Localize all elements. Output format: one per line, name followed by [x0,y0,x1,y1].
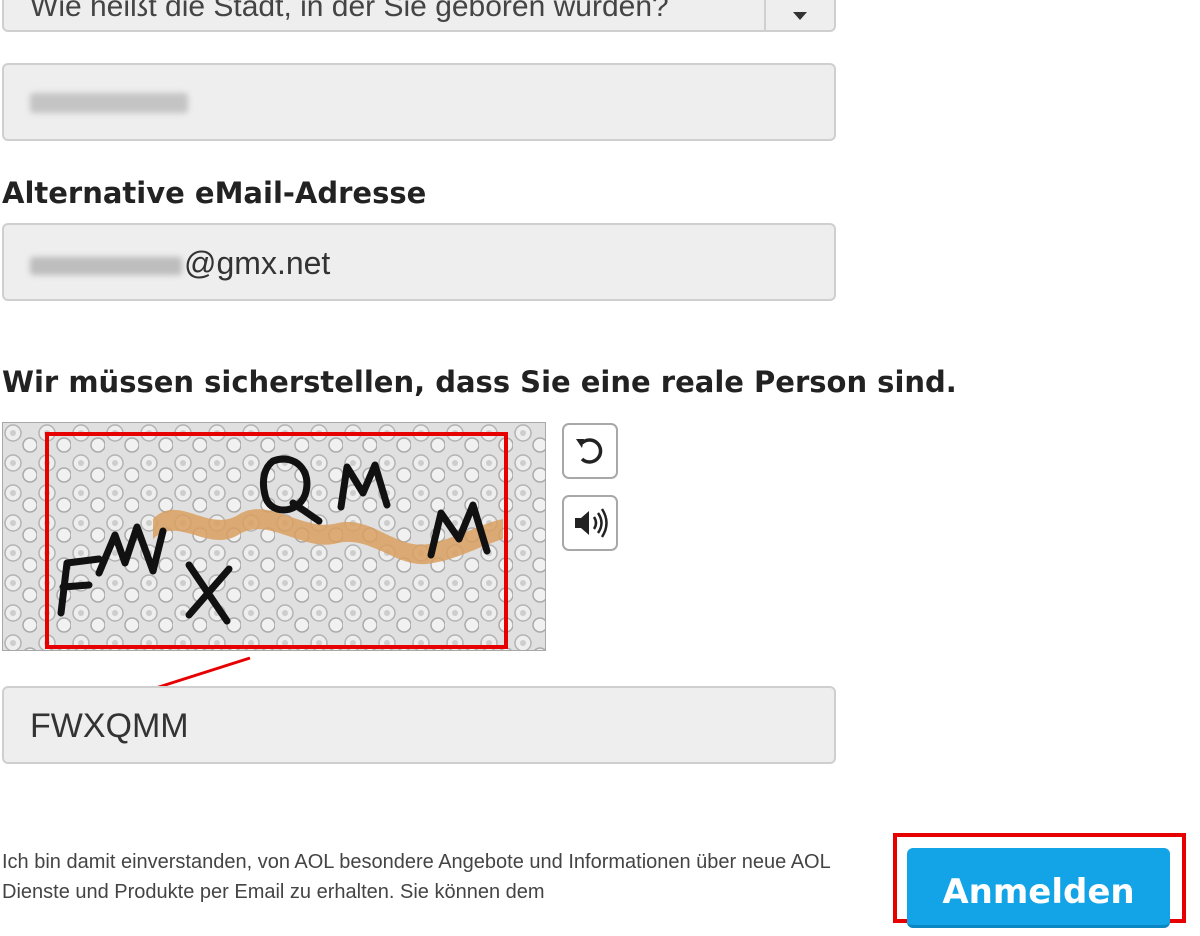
captcha-answer-field[interactable]: FWXQMM [2,686,836,764]
email-user-blurred [30,256,182,275]
anmelden-button[interactable]: Anmelden [907,848,1170,928]
captcha-heading: Wir müssen sicherstellen, dass Sie eine … [2,365,957,399]
security-question-select[interactable]: Wie heißt die Stadt, in der Sie geboren … [2,0,836,32]
alt-email-field[interactable]: @gmx.net [2,223,836,301]
chevron-down-icon [793,12,807,20]
reload-icon [576,438,603,464]
alt-email-label: Alternative eMail-Adresse [2,176,427,210]
captcha-image [2,422,546,651]
newsletter-consent-text: Ich bin damit einverstanden, von AOL bes… [2,851,830,903]
select-toggle[interactable] [764,0,834,30]
captcha-audio-button[interactable] [562,495,618,551]
password-field[interactable] [2,63,836,141]
captcha-reload-button[interactable] [562,423,618,479]
speaker-icon [575,508,608,538]
password-value-blurred [30,93,188,113]
security-question-value: Wie heißt die Stadt, in der Sie geboren … [30,0,669,23]
alt-email-domain: @gmx.net [184,245,331,281]
captcha-answer-value: FWXQMM [30,707,189,745]
